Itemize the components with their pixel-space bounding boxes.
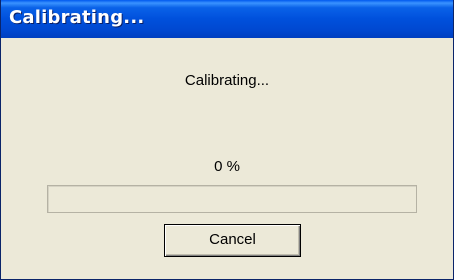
cancel-button[interactable]: Cancel [164, 224, 301, 257]
progress-percent: 0 % [214, 158, 240, 175]
calibrating-dialog: Calibrating... Calibrating... 0 % Cancel [0, 0, 454, 280]
progress-bar [47, 185, 417, 213]
dialog-body: Calibrating... 0 % Cancel [1, 38, 453, 279]
status-message: Calibrating... [184, 72, 270, 89]
title-bar[interactable]: Calibrating... [1, 0, 453, 38]
window-title: Calibrating... [9, 7, 145, 28]
